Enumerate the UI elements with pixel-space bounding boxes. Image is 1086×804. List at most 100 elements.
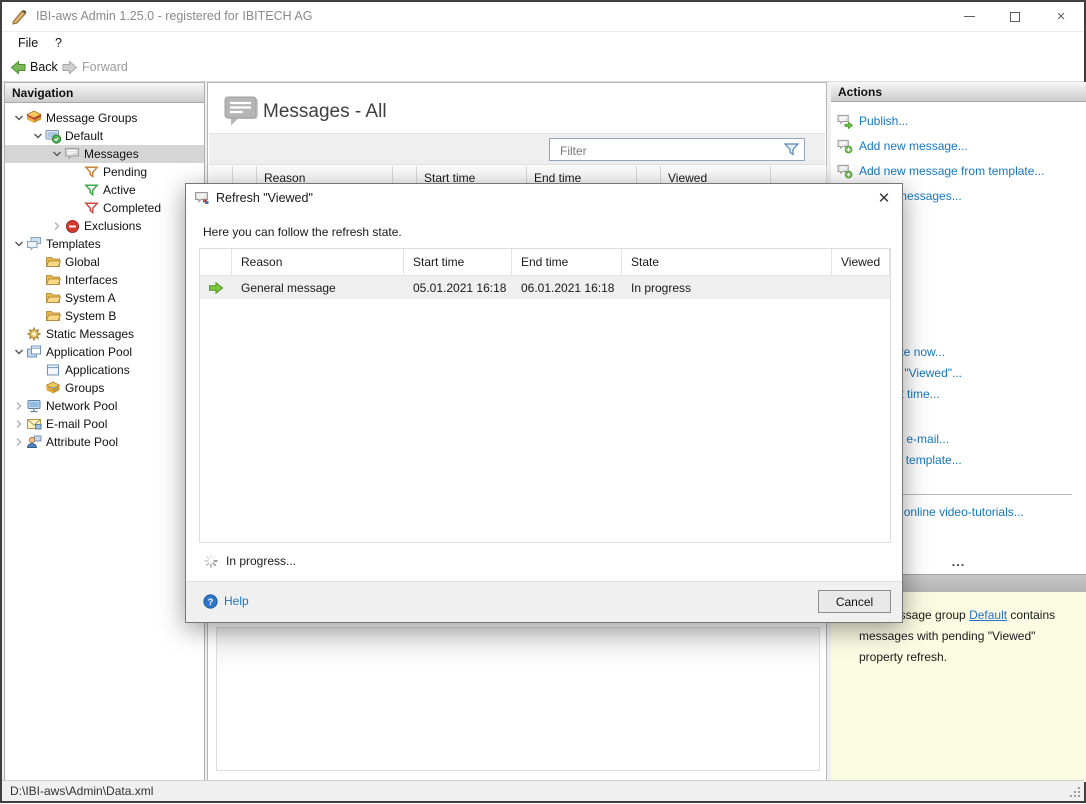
back-button[interactable]: Back: [10, 59, 58, 75]
dialog-column-state[interactable]: State: [622, 249, 832, 275]
maximize-button[interactable]: [992, 2, 1038, 31]
action-label: Add new message from template...: [859, 164, 1044, 178]
tree-item-label: Global: [65, 255, 100, 269]
tree-item-label: Pending: [103, 165, 147, 179]
filter-input[interactable]: [558, 141, 772, 160]
tree-item-system-a[interactable]: System A: [5, 289, 204, 307]
navigation-header: Navigation: [5, 83, 204, 103]
data-file-path: D:\IBI-aws\Admin\Data.xml: [10, 784, 153, 798]
dialog-column-icon[interactable]: [200, 249, 232, 275]
tree-item-label: Messages: [84, 147, 139, 161]
tree-item-global[interactable]: Global: [5, 253, 204, 271]
dialog-column-end-time[interactable]: End time: [512, 249, 622, 275]
tree-item-label: Network Pool: [46, 399, 117, 413]
maximize-icon: [1010, 12, 1020, 22]
action-add-new-message-from-template[interactable]: Add new message from template...: [831, 158, 1086, 183]
tree-item-groups[interactable]: Groups: [5, 379, 204, 397]
dialog-message-icon: [194, 190, 210, 211]
tree-item-pending[interactable]: Pending: [5, 163, 204, 181]
dialog-table-row[interactable]: General message05.01.2021 16:1806.01.202…: [200, 276, 890, 299]
action-label: Publish...: [859, 114, 908, 128]
tree-item-label: E-mail Pool: [46, 417, 107, 431]
chevron-down-icon[interactable]: [30, 129, 45, 144]
row-state-icon-cell: [200, 276, 232, 299]
chevron-down-icon[interactable]: [49, 147, 64, 162]
tree-item-e-mail-pool[interactable]: E-mail Pool: [5, 415, 204, 433]
tree-item-network-pool[interactable]: Network Pool: [5, 397, 204, 415]
svg-text:?: ?: [207, 597, 213, 608]
tree-item-default[interactable]: Default: [5, 127, 204, 145]
forward-button[interactable]: Forward: [62, 59, 128, 75]
close-button[interactable]: ×: [1038, 2, 1084, 31]
chevron-spacer: [68, 165, 83, 180]
chevron-spacer: [68, 201, 83, 216]
tree-item-label: System B: [65, 309, 116, 323]
navigation-panel: Navigation Message Groups Default Messages…: [4, 82, 205, 782]
details-default-link[interactable]: Default: [969, 608, 1007, 622]
forward-arrow-icon: [62, 59, 78, 75]
back-arrow-icon: [10, 59, 26, 75]
folder-icon: [45, 254, 61, 270]
action-add-new-message[interactable]: Add new message...: [831, 133, 1086, 158]
tree-item-exclusions[interactable]: Exclusions: [5, 217, 204, 235]
chevron-down-icon[interactable]: [11, 111, 26, 126]
tree-item-attribute-pool[interactable]: Attribute Pool: [5, 433, 204, 451]
tree-item-label: Completed: [103, 201, 161, 215]
tree-item-applications[interactable]: Applications: [5, 361, 204, 379]
tree-item-message-groups[interactable]: Message Groups: [5, 109, 204, 127]
tree-item-templates[interactable]: Templates: [5, 235, 204, 253]
title-bar: IBI-aws Admin 1.25.0 - registered for IB…: [2, 2, 1084, 32]
tree-item-label: Applications: [65, 363, 130, 377]
tree-item-label: Message Groups: [46, 111, 137, 125]
back-label: Back: [30, 60, 58, 74]
tree-item-static-messages[interactable]: Static Messages: [5, 325, 204, 343]
chevron-right-icon[interactable]: [11, 435, 26, 450]
tree-item-completed[interactable]: Completed: [5, 199, 204, 217]
chevron-spacer: [30, 273, 45, 288]
dialog-column-viewed[interactable]: Viewed: [832, 249, 890, 275]
chevron-right-icon[interactable]: [11, 399, 26, 414]
dialog-close-icon[interactable]: ✕: [874, 188, 894, 208]
menu-help[interactable]: ?: [55, 36, 62, 50]
help-link[interactable]: ? Help: [202, 593, 249, 609]
dialog-title: Refresh "Viewed": [216, 191, 313, 205]
tree-item-label: Interfaces: [65, 273, 118, 287]
chevron-spacer: [30, 309, 45, 324]
spinner-icon: [203, 553, 219, 569]
minimize-icon: [964, 16, 975, 17]
tree-item-application-pool[interactable]: Application Pool: [5, 343, 204, 361]
chevron-down-icon[interactable]: [11, 345, 26, 360]
dialog-column-start-time[interactable]: Start time: [404, 249, 512, 275]
filter-funnel-icon[interactable]: [784, 143, 799, 162]
msg-publish-icon: [837, 113, 853, 129]
chevron-right-icon[interactable]: [49, 219, 64, 234]
minimize-button[interactable]: [946, 2, 992, 31]
dialog-footer: ? Help Cancel: [186, 581, 902, 622]
menu-file[interactable]: File: [18, 36, 38, 50]
cancel-button[interactable]: Cancel: [818, 590, 891, 613]
page-title: Messages - All: [263, 101, 387, 123]
row-cell: 06.01.2021 16:18: [512, 276, 622, 299]
templates-icon: [26, 236, 42, 252]
row-cell: [832, 276, 890, 299]
tree-item-active[interactable]: Active: [5, 181, 204, 199]
tree-item-label: Exclusions: [84, 219, 141, 233]
application-icon: [45, 362, 61, 378]
tree-item-messages[interactable]: Messages: [5, 145, 204, 163]
attribute-icon: [26, 434, 42, 450]
message-preview-pane: [216, 627, 820, 771]
dialog-column-reason[interactable]: Reason: [232, 249, 404, 275]
chevron-right-icon[interactable]: [11, 417, 26, 432]
dialog-description: Here you can follow the refresh state.: [203, 225, 402, 239]
tree-item-label: Active: [103, 183, 136, 197]
refresh-state-table: ReasonStart timeEnd timeStateViewedGener…: [199, 248, 891, 543]
email-icon: [26, 416, 42, 432]
tree-item-interfaces[interactable]: Interfaces: [5, 271, 204, 289]
action-publish[interactable]: Publish...: [831, 108, 1086, 133]
row-cell: General message: [232, 276, 404, 299]
close-icon: ×: [1057, 9, 1066, 24]
tree-item-label: Templates: [46, 237, 101, 251]
chevron-down-icon[interactable]: [11, 237, 26, 252]
funnel-green-icon: [83, 182, 99, 198]
tree-item-system-b[interactable]: System B: [5, 307, 204, 325]
